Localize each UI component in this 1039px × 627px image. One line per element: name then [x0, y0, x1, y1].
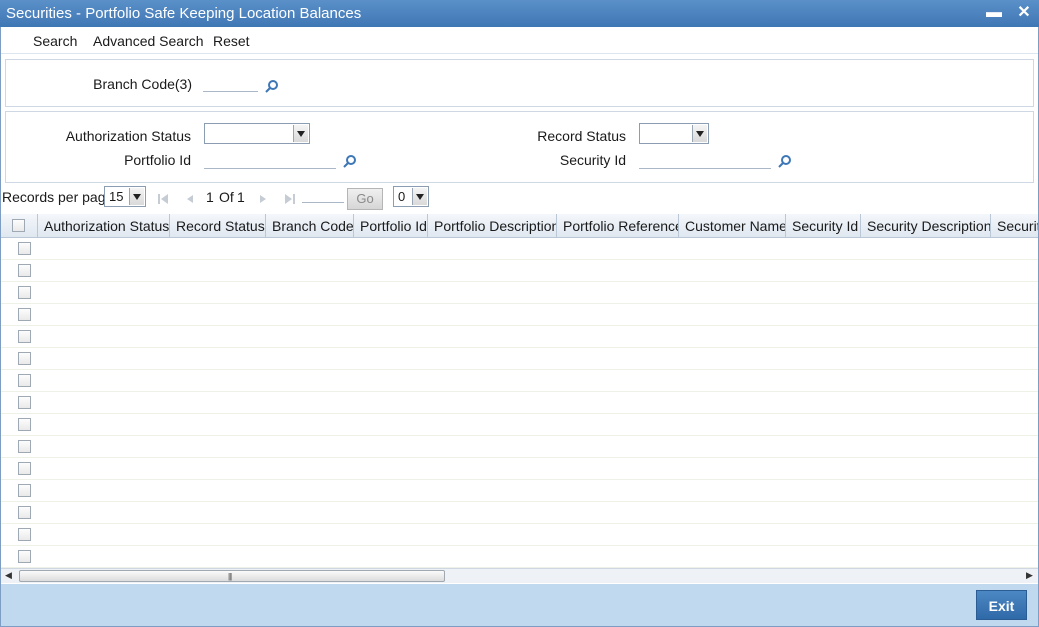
record-status-select[interactable] — [639, 123, 709, 144]
row-checkbox[interactable] — [18, 286, 31, 299]
row-checkbox[interactable] — [18, 396, 31, 409]
branch-code-field[interactable] — [203, 78, 258, 92]
row-checkbox[interactable] — [18, 374, 31, 387]
authorization-status-select[interactable] — [204, 123, 310, 144]
table-row — [1, 282, 1038, 304]
row-checkbox[interactable] — [18, 308, 31, 321]
table-row — [1, 370, 1038, 392]
table-row — [1, 458, 1038, 480]
scroll-right-icon[interactable]: ▶ — [1026, 570, 1033, 581]
grid-body — [1, 238, 1038, 568]
select-all-column — [1, 214, 38, 238]
table-row — [1, 480, 1038, 502]
row-checkbox[interactable] — [18, 418, 31, 431]
chevron-down-icon — [692, 125, 707, 142]
security-id-label: Security Id — [559, 152, 626, 168]
row-checkbox[interactable] — [18, 242, 31, 255]
search-menu-item[interactable]: Search — [33, 33, 77, 49]
portfolio-id-label: Portfolio Id — [124, 152, 191, 168]
row-checkbox[interactable] — [18, 264, 31, 277]
table-row — [1, 392, 1038, 414]
authorization-status-label: Authorization Status — [65, 128, 191, 144]
column-header[interactable]: Security Id — [786, 214, 861, 238]
first-page-icon[interactable] — [156, 192, 170, 206]
portfolio-id-lookup-icon[interactable] — [343, 154, 357, 168]
row-checkbox[interactable] — [18, 352, 31, 365]
table-row — [1, 326, 1038, 348]
page-number-field[interactable] — [302, 189, 344, 203]
column-header[interactable]: Authorization Status — [38, 214, 170, 238]
column-header[interactable]: Branch Code — [266, 214, 354, 238]
grid-header: Authorization Status Record Status Branc… — [1, 214, 1038, 238]
row-checkbox[interactable] — [18, 462, 31, 475]
advanced-search-menu-item[interactable]: Advanced Search — [93, 33, 204, 49]
results-grid: Authorization Status Record Status Branc… — [1, 214, 1038, 569]
go-button[interactable]: Go — [347, 188, 383, 210]
column-header[interactable]: Portfolio Description — [428, 214, 557, 238]
table-row — [1, 238, 1038, 260]
reset-menu-item[interactable]: Reset — [213, 33, 250, 49]
row-checkbox[interactable] — [18, 484, 31, 497]
close-icon[interactable]: ✕ — [1015, 4, 1033, 22]
total-pages: 1 — [237, 189, 245, 205]
column-header[interactable]: Security Description — [861, 214, 991, 238]
security-id-lookup-icon[interactable] — [778, 154, 792, 168]
search-criteria-panel — [5, 111, 1034, 183]
row-checkbox[interactable] — [18, 550, 31, 563]
row-checkbox[interactable] — [18, 440, 31, 453]
column-header[interactable]: Portfolio Id — [354, 214, 428, 238]
table-row — [1, 524, 1038, 546]
chevron-down-icon — [412, 188, 427, 205]
table-row — [1, 502, 1038, 524]
branch-code-lookup-icon[interactable] — [265, 79, 279, 93]
exit-button[interactable]: Exit — [976, 590, 1027, 620]
window-titlebar: Securities - Portfolio Safe Keeping Loca… — [0, 0, 1039, 27]
window-title: Securities - Portfolio Safe Keeping Loca… — [6, 5, 362, 22]
record-status-label: Record Status — [537, 128, 626, 144]
security-id-field[interactable] — [639, 155, 771, 169]
horizontal-scrollbar[interactable]: ◀ ||| ▶ — [1, 568, 1038, 583]
previous-page-icon[interactable] — [183, 192, 197, 206]
table-row — [1, 546, 1038, 568]
column-header[interactable]: Record Status — [170, 214, 266, 238]
records-per-page-label: Records per page — [2, 189, 114, 205]
last-page-icon[interactable] — [283, 192, 297, 206]
row-checkbox[interactable] — [18, 506, 31, 519]
row-checkbox[interactable] — [18, 330, 31, 343]
table-row — [1, 414, 1038, 436]
chevron-down-icon — [293, 125, 308, 142]
of-label: Of — [219, 189, 234, 205]
current-page: 1 — [206, 189, 214, 205]
column-header[interactable]: Customer Name — [679, 214, 786, 238]
chevron-down-icon — [129, 188, 144, 205]
scroll-left-icon[interactable]: ◀ — [5, 570, 12, 581]
select-all-checkbox[interactable] — [12, 219, 25, 232]
column-header[interactable]: Security — [991, 214, 1038, 238]
page-select[interactable]: 0 — [393, 186, 429, 207]
table-row — [1, 260, 1038, 282]
branch-code-label: Branch Code(3) — [93, 76, 192, 92]
minimize-icon[interactable]: ▬ — [985, 4, 1003, 22]
row-checkbox[interactable] — [18, 528, 31, 541]
footer-bar: Exit — [1, 584, 1038, 626]
table-row — [1, 304, 1038, 326]
scrollbar-thumb[interactable]: ||| — [19, 570, 445, 582]
next-page-icon[interactable] — [256, 192, 270, 206]
table-row — [1, 348, 1038, 370]
records-per-page-select[interactable]: 15 — [104, 186, 146, 207]
menu-bar: Search Advanced Search Reset — [1, 27, 1038, 54]
column-header[interactable]: Portfolio Reference — [557, 214, 679, 238]
table-row — [1, 436, 1038, 458]
portfolio-id-field[interactable] — [204, 155, 336, 169]
pagination-bar: Records per page 15 1 Of 1 Go 0 — [0, 184, 1039, 212]
